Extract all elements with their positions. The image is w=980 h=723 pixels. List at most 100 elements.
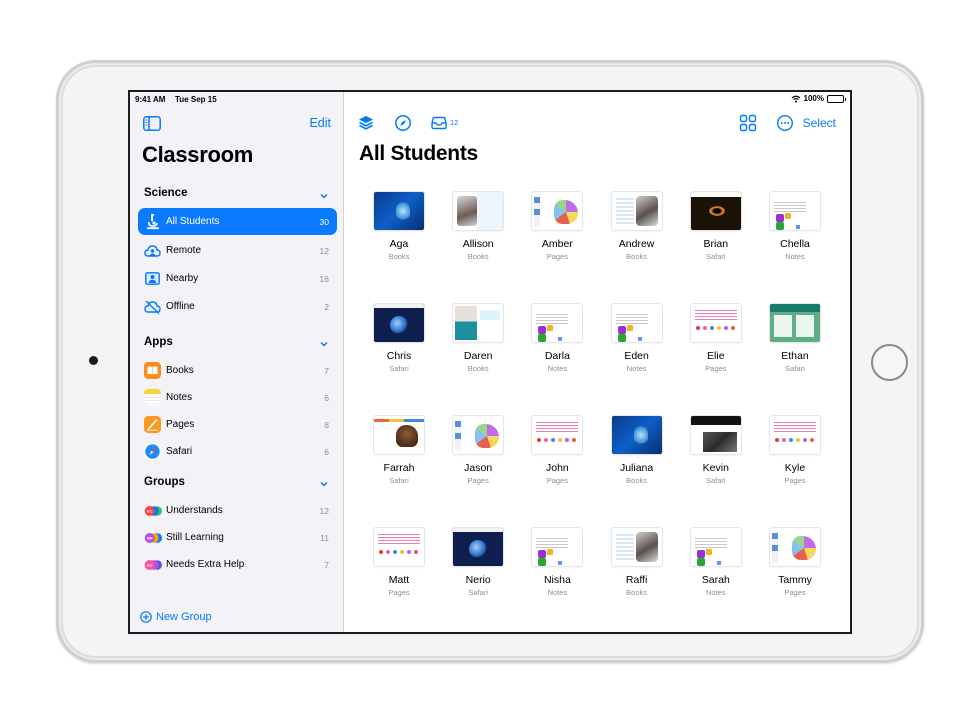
student-tile[interactable]: Allison Books [438, 192, 518, 292]
student-screen-thumbnail[interactable] [770, 304, 820, 342]
student-tile[interactable]: Elie Pages [676, 304, 756, 404]
student-screen-thumbnail[interactable] [770, 528, 820, 566]
student-app: Safari [389, 476, 409, 485]
row-count: 7 [324, 365, 329, 376]
student-screen-thumbnail[interactable] [532, 192, 583, 230]
sidebar-item-understands[interactable]: BC Understands 12 [138, 497, 337, 524]
student-screen-thumbnail[interactable] [374, 192, 424, 230]
sidebar-item-needs-extra-help[interactable]: AC Needs Extra Help 7 [138, 551, 337, 578]
sidebar-item-notes[interactable]: Notes 6 [138, 384, 337, 411]
student-tile[interactable]: Farrah Safari [359, 416, 439, 516]
sidebar-item-pages[interactable]: Pages 8 [138, 411, 337, 438]
student-name: Chris [386, 350, 412, 362]
compass-icon[interactable] [394, 114, 412, 132]
student-app: Pages [784, 476, 806, 485]
sidebar-item-safari[interactable]: Safari 6 [138, 438, 337, 465]
student-tile[interactable]: Juliana Books [597, 416, 677, 516]
sidebar-item-still-learning[interactable]: MR Still Learning 11 [138, 524, 337, 551]
student-tile[interactable]: Nisha Notes [517, 528, 597, 628]
student-tile[interactable]: Aga Books [359, 192, 439, 292]
cloud-slash-icon [143, 297, 162, 316]
section-header-groups[interactable]: Groups [144, 476, 185, 488]
student-tile[interactable]: Brian Safari [676, 192, 756, 292]
row-label: Remote [166, 245, 202, 256]
student-screen-thumbnail[interactable] [374, 304, 424, 342]
student-screen-thumbnail[interactable] [770, 192, 820, 230]
student-screen-thumbnail[interactable] [690, 528, 741, 566]
student-tile[interactable]: Nerio Safari [438, 528, 518, 628]
section-header-science[interactable]: Science [144, 187, 187, 199]
sidebar-item-books[interactable]: Books 7 [138, 357, 337, 384]
student-tile[interactable]: Tammy Pages [755, 528, 835, 628]
student-tile[interactable]: Darla Notes [517, 304, 597, 404]
student-screen-thumbnail[interactable] [453, 528, 504, 566]
section-header-apps[interactable]: Apps [144, 336, 173, 348]
student-screen-thumbnail[interactable] [374, 528, 424, 566]
sidebar-item-all-students[interactable]: All Students 30 [138, 208, 337, 235]
student-tile[interactable]: Sarah Notes [676, 528, 756, 628]
student-screen-thumbnail[interactable] [611, 304, 662, 342]
select-button[interactable]: Select [803, 116, 836, 130]
student-screen-thumbnail[interactable] [690, 416, 741, 454]
row-label: Books [166, 365, 194, 376]
layers-icon[interactable] [357, 114, 375, 132]
student-name: Amber [541, 238, 573, 250]
row-count: 16 [319, 273, 329, 284]
more-icon[interactable] [776, 114, 794, 132]
inbox-icon[interactable] [430, 114, 448, 132]
student-tile[interactable]: John Pages [517, 416, 597, 516]
sidebar-toggle-icon[interactable] [143, 116, 161, 131]
student-tile[interactable]: Kevin Safari [676, 416, 756, 516]
sidebar-item-offline[interactable]: Offline 2 [138, 293, 337, 320]
student-tile[interactable]: Eden Notes [597, 304, 677, 404]
row-label: All Students [166, 216, 220, 227]
student-screen-thumbnail[interactable] [453, 192, 504, 230]
grid-icon[interactable] [739, 114, 757, 132]
sidebar-item-nearby[interactable]: Nearby 16 [138, 265, 337, 292]
student-screen-thumbnail[interactable] [611, 192, 662, 230]
student-tile[interactable]: Daren Books [438, 304, 518, 404]
student-name: Chella [780, 238, 810, 250]
home-button[interactable] [871, 344, 908, 381]
student-screen-thumbnail[interactable] [532, 528, 583, 566]
student-name: Darla [544, 350, 570, 362]
student-screen-thumbnail[interactable] [611, 528, 662, 566]
sidebar-item-remote[interactable]: Remote 12 [138, 237, 337, 264]
student-name: Jason [464, 462, 493, 474]
group-initials: MR [147, 536, 153, 540]
student-screen-thumbnail[interactable] [532, 304, 583, 342]
student-screen-thumbnail[interactable] [374, 416, 424, 454]
student-tile[interactable]: Kyle Pages [755, 416, 835, 516]
student-screen-thumbnail[interactable] [690, 304, 741, 342]
student-screen-thumbnail[interactable] [611, 416, 662, 454]
student-tile[interactable]: Amber Pages [517, 192, 597, 292]
student-tile[interactable]: Raffi Books [597, 528, 677, 628]
chevron-down-icon[interactable] [319, 479, 329, 489]
student-screen-thumbnail[interactable] [690, 192, 741, 230]
notes-app-icon [143, 388, 162, 407]
row-label: Still Learning [166, 532, 224, 543]
student-tile[interactable]: Ethan Safari [755, 304, 835, 404]
chevron-down-icon[interactable] [319, 339, 329, 349]
student-tile[interactable]: Andrew Books [597, 192, 677, 292]
row-count: 8 [324, 419, 329, 430]
student-tile[interactable]: Matt Pages [359, 528, 439, 628]
student-name: Sarah [701, 574, 730, 586]
status-bar: 9:41 AM Tue Sep 15 100% [130, 92, 850, 108]
student-screen-thumbnail[interactable] [453, 304, 504, 342]
chevron-down-icon[interactable] [319, 191, 329, 201]
books-app-icon [143, 361, 162, 380]
student-name: Elie [707, 350, 725, 362]
student-tile[interactable]: Chella Notes [755, 192, 835, 292]
student-app: Pages [388, 588, 410, 597]
student-screen-thumbnail[interactable] [532, 416, 583, 454]
battery-icon [827, 94, 846, 103]
new-group-button[interactable]: New Group [140, 611, 212, 623]
student-tile[interactable]: Jason Pages [438, 416, 518, 516]
student-screen-thumbnail[interactable] [453, 416, 504, 454]
student-app: Pages [784, 588, 806, 597]
student-name: Aga [389, 238, 409, 250]
student-screen-thumbnail[interactable] [770, 416, 820, 454]
edit-button[interactable]: Edit [309, 116, 331, 130]
student-tile[interactable]: Chris Safari [359, 304, 439, 404]
